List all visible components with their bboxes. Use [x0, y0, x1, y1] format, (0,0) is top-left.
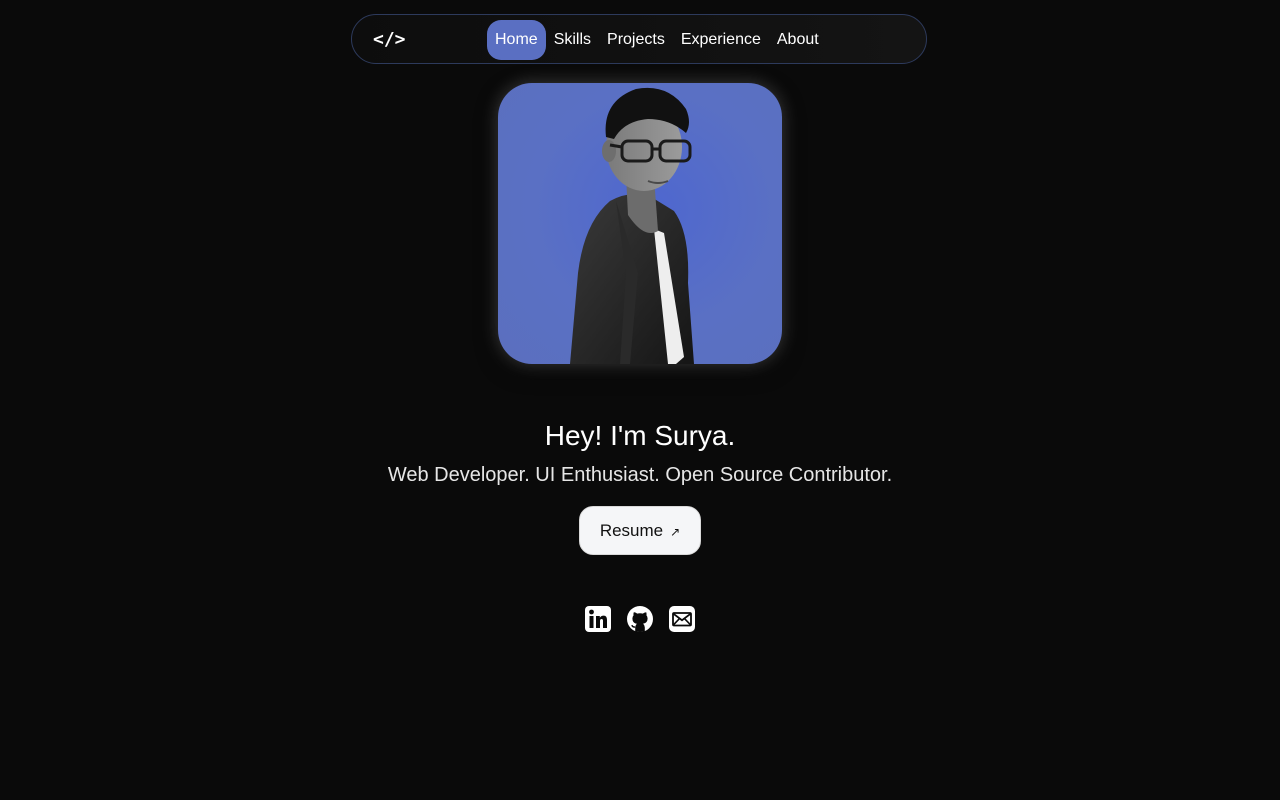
portrait-illustration: [570, 87, 694, 364]
logo-code-icon[interactable]: </>: [373, 15, 406, 65]
navbar: </> Home Skills Projects Experience Abou…: [351, 14, 927, 64]
external-link-arrow-icon: ↗: [670, 524, 681, 539]
nav-item-home[interactable]: Home: [487, 20, 546, 60]
nav-item-experience[interactable]: Experience: [673, 20, 769, 60]
resume-button[interactable]: Resume ↗: [579, 506, 701, 555]
linkedin-icon[interactable]: [584, 605, 612, 633]
social-links: [584, 605, 696, 633]
mail-icon[interactable]: [668, 605, 696, 633]
hero-tagline: Web Developer. UI Enthusiast. Open Sourc…: [387, 464, 893, 486]
nav-item-skills[interactable]: Skills: [546, 20, 599, 60]
profile-photo: [498, 83, 782, 364]
nav-item-projects[interactable]: Projects: [599, 20, 673, 60]
github-icon[interactable]: [626, 605, 654, 633]
resume-button-label: Resume: [599, 520, 664, 540]
nav-item-about[interactable]: About: [769, 20, 827, 60]
page: </> Home Skills Projects Experience Abou…: [0, 0, 1280, 800]
nav-links: Home Skills Projects Experience About: [487, 20, 827, 60]
hero-headline: Hey! I'm Surya.: [544, 420, 736, 451]
